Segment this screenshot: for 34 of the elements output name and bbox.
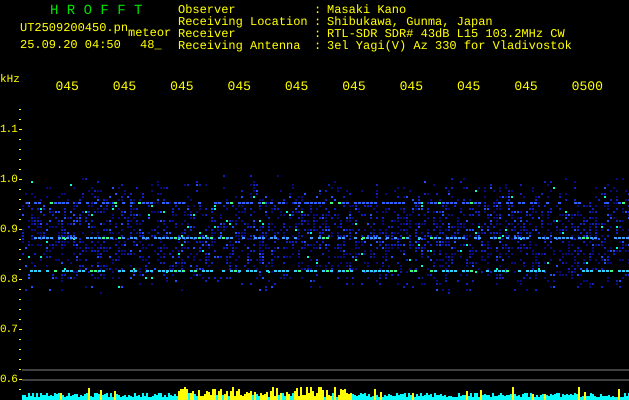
time-label: 045 <box>514 78 538 94</box>
separator: : <box>314 4 322 16</box>
separator: : <box>314 28 322 40</box>
field-label: Receiving Antenna <box>178 40 302 52</box>
frequency-label: 1.1 <box>0 124 17 136</box>
field-label: Receiver <box>178 28 236 40</box>
frequency-label: 0.6 <box>0 374 17 386</box>
time-label: 045 <box>400 78 423 94</box>
time-label: 045 <box>55 78 79 94</box>
date-time: 25.09.20 04:50 <box>20 38 122 52</box>
time-label: 0500 <box>572 78 603 94</box>
separator: : <box>314 40 322 52</box>
time-label: 045 <box>170 78 194 94</box>
separator: : <box>314 16 322 28</box>
field-label: Receiving Location <box>178 16 309 28</box>
frequency-label: 0.8 <box>0 274 17 286</box>
mode-label: meteor <box>128 26 172 40</box>
time-label: 045 <box>456 78 480 94</box>
meteor-count: 48_ <box>140 38 162 52</box>
time-label: 045 <box>342 78 366 94</box>
field-label: Observer <box>178 4 236 16</box>
field-value: Shibukawa, Gunma, Japan <box>327 16 493 28</box>
app-title: H R O F F T <box>49 3 144 19</box>
field-value: Masaki Kano <box>327 4 406 16</box>
field-value: 3el Yagi(V) Az 330 for Vladivostok <box>327 40 572 52</box>
frequency-label: 0.7 <box>0 324 17 336</box>
time-label: 045 <box>228 78 251 94</box>
file-name: UT2509200450.pn <box>20 21 128 37</box>
field-value: RTL-SDR SDR# 43dB L15 103.2MHz CW <box>327 28 565 40</box>
frequency-label: 1.0 <box>0 174 17 186</box>
frequency-label: 0.9 <box>0 224 17 236</box>
time-label: 045 <box>284 78 308 94</box>
unit-label: kHz <box>0 73 21 86</box>
time-label: 045 <box>112 78 136 94</box>
